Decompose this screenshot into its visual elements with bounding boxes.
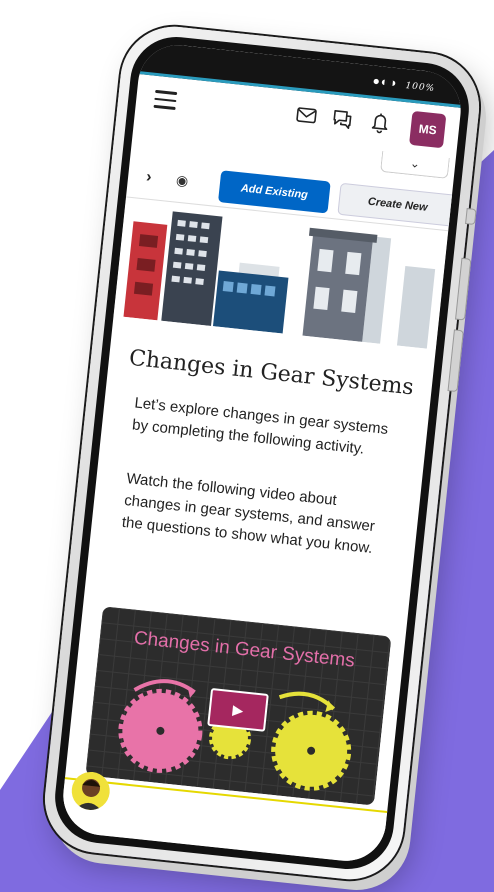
create-new-button[interactable]: Create New: [337, 182, 459, 227]
hamburger-menu-icon[interactable]: [153, 89, 178, 110]
lesson-title: Changes in Gear Systems: [127, 345, 415, 401]
add-existing-button[interactable]: Add Existing: [217, 170, 331, 214]
chat-icon[interactable]: [330, 106, 354, 130]
video-thumbnail[interactable]: Changes in Gear Systems ▶: [85, 606, 392, 806]
signal-icon: ●◐◑: [371, 73, 399, 91]
play-icon[interactable]: ▶: [207, 687, 269, 732]
chevron-right-icon[interactable]: ›: [145, 168, 152, 186]
user-avatar[interactable]: MS: [409, 110, 447, 149]
phone-side-button: [465, 208, 477, 226]
lesson-intro-text: Let’s explore changes in gear systems by…: [131, 394, 389, 458]
eye-icon[interactable]: ◉: [175, 172, 189, 190]
lesson-instruction-text: Watch the following video about changes …: [121, 470, 376, 558]
battery-percent: 100%: [404, 81, 436, 95]
bell-icon[interactable]: [368, 110, 392, 134]
status-icons: ●◐◑ 100%: [372, 74, 436, 94]
mail-icon[interactable]: [295, 103, 319, 127]
